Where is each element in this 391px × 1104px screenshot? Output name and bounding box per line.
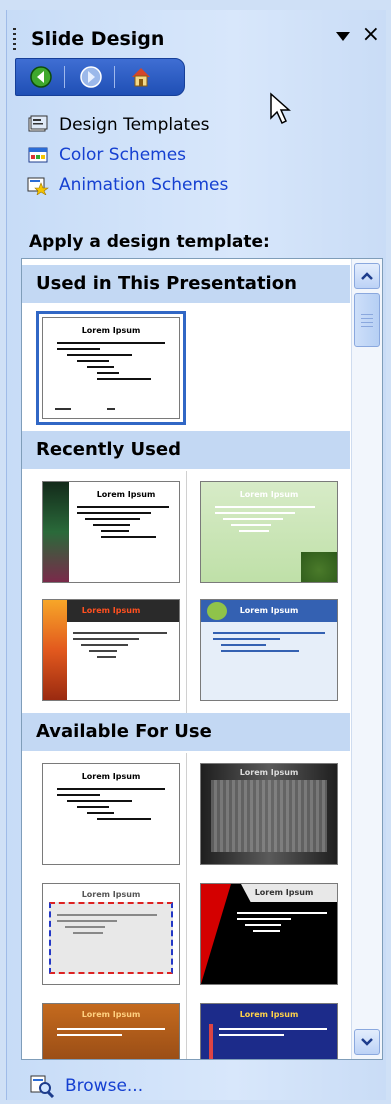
template-thumbnail-red-black[interactable]: Lorem Ipsum — [200, 883, 338, 985]
browse-label: Browse... — [65, 1076, 144, 1096]
browse-icon — [30, 1075, 55, 1098]
thumbnail-title: Lorem Ipsum — [254, 888, 314, 897]
thumbnail-title: Lorem Ipsum — [81, 772, 141, 781]
thumbnail-title: Lorem Ipsum — [239, 490, 299, 499]
template-thumbnail-light-green[interactable]: Lorem Ipsum — [200, 481, 338, 583]
chevron-up-icon — [361, 272, 373, 280]
browse-link[interactable]: Browse... — [29, 1074, 143, 1098]
color-schemes-link[interactable]: Color Schemes — [27, 142, 186, 168]
thumbnail-title: Lorem Ipsum — [81, 1010, 141, 1019]
thumbnail-title: Lorem Ipsum — [81, 890, 141, 899]
section-header-recent: Recently Used — [22, 431, 350, 469]
task-pane-title-bar: Slide Design × — [7, 10, 386, 58]
close-icon[interactable]: × — [362, 24, 380, 46]
home-icon[interactable] — [128, 64, 154, 90]
design-templates-label: Design Templates — [59, 115, 210, 135]
section-header-available: Available For Use — [22, 713, 350, 751]
dropdown-arrow-icon[interactable] — [336, 32, 350, 41]
column-divider — [186, 753, 187, 1059]
mouse-cursor-icon — [270, 92, 291, 125]
chevron-down-icon — [361, 1038, 373, 1046]
template-thumbnail-navy-gold[interactable]: Lorem Ipsum — [200, 1003, 338, 1059]
column-divider — [186, 471, 187, 715]
scroll-up-button[interactable] — [354, 263, 380, 289]
animation-schemes-icon — [27, 177, 49, 195]
template-thumbnail-dark-curtain[interactable]: Lorem Ipsum — [200, 763, 338, 865]
template-thumbnail-green-flora[interactable]: Lorem Ipsum — [42, 481, 180, 583]
nav-separator — [64, 66, 65, 88]
design-template-gallery: Used in This Presentation Lorem Ipsum Re… — [21, 258, 383, 1060]
template-thumbnail-default[interactable]: Lorem Ipsum — [36, 311, 186, 425]
scroll-thumb[interactable] — [354, 293, 380, 347]
color-schemes-label: Color Schemes — [59, 145, 187, 165]
color-schemes-icon — [28, 147, 48, 163]
apply-template-label: Apply a design template: — [29, 232, 270, 252]
template-thumbnail-blue-leaves[interactable]: Lorem Ipsum — [200, 599, 338, 701]
task-pane-title: Slide Design — [31, 28, 165, 50]
template-thumbnail-airmail[interactable]: Lorem Ipsum — [42, 883, 180, 985]
gallery-content: Used in This Presentation Lorem Ipsum Re… — [22, 259, 350, 1059]
drag-grip-icon[interactable] — [13, 28, 16, 52]
animation-schemes-link[interactable]: Animation Schemes — [27, 172, 228, 198]
back-arrow-icon[interactable] — [28, 64, 54, 90]
gallery-vertical-scrollbar[interactable] — [351, 259, 382, 1059]
template-thumbnail-orange-brown[interactable]: Lorem Ipsum — [42, 1003, 180, 1059]
task-pane-navigation — [15, 58, 185, 96]
design-templates-link[interactable]: Design Templates — [27, 112, 210, 138]
template-thumbnail-blank[interactable]: Lorem Ipsum — [42, 763, 180, 865]
nav-separator — [114, 66, 115, 88]
slide-design-task-pane: Slide Design × Design Templates Color Sc… — [6, 10, 386, 1100]
thumbnail-title: Lorem Ipsum — [96, 490, 156, 499]
section-header-used: Used in This Presentation — [22, 265, 350, 303]
design-templates-icon — [28, 115, 48, 132]
thumbnail-title: Lorem Ipsum — [239, 1010, 299, 1019]
scroll-down-button[interactable] — [354, 1029, 380, 1055]
template-thumbnail-orange-fire[interactable]: Lorem Ipsum — [42, 599, 180, 701]
animation-schemes-label: Animation Schemes — [59, 175, 229, 195]
thumbnail-title: Lorem Ipsum — [81, 326, 141, 335]
thumbnail-title: Lorem Ipsum — [239, 768, 299, 777]
forward-arrow-icon[interactable] — [78, 64, 104, 90]
